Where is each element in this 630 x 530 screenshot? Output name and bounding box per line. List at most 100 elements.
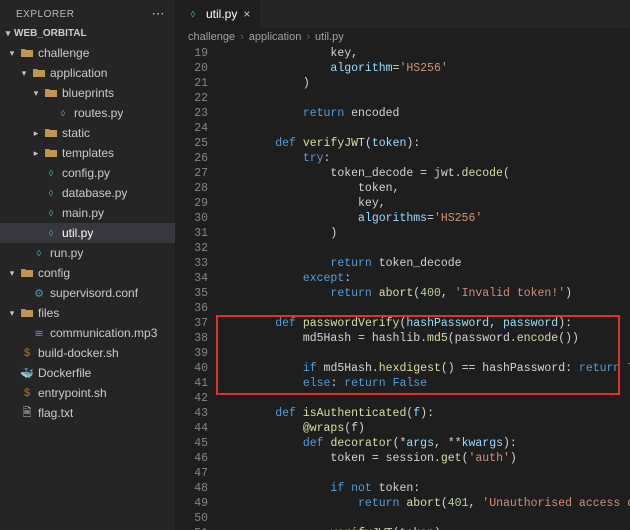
line-number: 49 (176, 496, 220, 511)
tab-util-py[interactable]: ⬨ util.py × (176, 0, 261, 28)
file-run-py[interactable]: ⬨ run.py (0, 243, 175, 263)
file-icon: ⬨ (44, 227, 58, 240)
breadcrumb[interactable]: challenge›application›util.py (176, 28, 630, 46)
folder-config[interactable]: ▾config (0, 263, 175, 283)
file-flag[interactable]: 🗎 flag.txt (0, 403, 175, 423)
file-database-py[interactable]: ⬨database.py (0, 183, 175, 203)
code-line[interactable]: 23 return encoded (176, 106, 630, 121)
tree-item-label: files (38, 306, 59, 320)
code-line[interactable]: 35 return abort(400, 'Invalid token!') (176, 286, 630, 301)
folder-static[interactable]: ▸static (0, 123, 175, 143)
line-number: 36 (176, 301, 220, 316)
file-icon: ⬨ (44, 187, 58, 200)
code-line[interactable]: 36 (176, 301, 630, 316)
folder-icon (44, 128, 58, 138)
code-line[interactable]: 21 ) (176, 76, 630, 91)
breadcrumb-item[interactable]: challenge (188, 31, 235, 43)
chevron-icon: ▾ (32, 88, 40, 99)
code-line[interactable]: 28 token, (176, 181, 630, 196)
code-line[interactable]: 22 (176, 91, 630, 106)
breadcrumb-item[interactable]: application (249, 31, 302, 43)
code-line[interactable]: 38 md5Hash = hashlib.md5(password.encode… (176, 331, 630, 346)
code-line[interactable]: 43 def isAuthenticated(f): (176, 406, 630, 421)
code-line[interactable]: 39 (176, 346, 630, 361)
line-number: 27 (176, 166, 220, 181)
code-line[interactable]: 33 return token_decode (176, 256, 630, 271)
line-number: 51 (176, 526, 220, 530)
code-line[interactable]: 48 if not token: (176, 481, 630, 496)
code-line[interactable]: 41 else: return False (176, 376, 630, 391)
tab-label: util.py (206, 7, 237, 21)
folder-blueprints[interactable]: ▾ blueprints (0, 83, 175, 103)
explorer-root[interactable]: ▾ WEB_ORBITAL (0, 26, 175, 43)
code-line[interactable]: 51 verifyJWT(token) (176, 526, 630, 530)
code-line[interactable]: 32 (176, 241, 630, 256)
tree-item-label: util.py (62, 226, 93, 240)
code-line[interactable]: 25 def verifyJWT(token): (176, 136, 630, 151)
line-content: token = session.get('auth') (220, 451, 630, 466)
folder-templates[interactable]: ▸templates (0, 143, 175, 163)
line-content: algorithms='HS256' (220, 211, 630, 226)
folder-icon (20, 268, 34, 278)
line-content: else: return False (220, 376, 630, 391)
explorer-more-icon[interactable]: ⋯ (152, 6, 166, 22)
code-line[interactable]: 30 algorithms='HS256' (176, 211, 630, 226)
tree-item-label: run.py (50, 246, 83, 260)
code-line[interactable]: 44 @wraps(f) (176, 421, 630, 436)
code-line[interactable]: 37 def passwordVerify(hashPassword, pass… (176, 316, 630, 331)
line-number: 45 (176, 436, 220, 451)
code-line[interactable]: 45 def decorator(*args, **kwargs): (176, 436, 630, 451)
file-dockerfile[interactable]: 🐳Dockerfile (0, 363, 175, 383)
line-content: except: (220, 271, 630, 286)
line-number: 24 (176, 121, 220, 136)
file-main-py[interactable]: ⬨main.py (0, 203, 175, 223)
code-line[interactable]: 40 if md5Hash.hexdigest() == hashPasswor… (176, 361, 630, 376)
line-content: if md5Hash.hexdigest() == hashPassword: … (220, 361, 630, 376)
chevron-icon: ▾ (8, 48, 16, 59)
code-line[interactable]: 46 token = session.get('auth') (176, 451, 630, 466)
line-content (220, 241, 630, 256)
line-number: 35 (176, 286, 220, 301)
breadcrumb-sep: › (240, 31, 244, 43)
chevron-icon: ▸ (32, 148, 40, 159)
tree-item-label: blueprints (62, 86, 114, 100)
tree-item-label: flag.txt (38, 406, 73, 420)
code-line[interactable]: 31 ) (176, 226, 630, 241)
line-content: ) (220, 76, 630, 91)
code-editor[interactable]: 19 key,20 algorithm='HS256'21 )2223 retu… (176, 46, 630, 530)
file-build-docker[interactable]: $build-docker.sh (0, 343, 175, 363)
code-line[interactable]: 24 (176, 121, 630, 136)
code-line[interactable]: 50 (176, 511, 630, 526)
code-line[interactable]: 20 algorithm='HS256' (176, 61, 630, 76)
file-entrypoint[interactable]: $entrypoint.sh (0, 383, 175, 403)
code-line[interactable]: 26 try: (176, 151, 630, 166)
file-communication[interactable]: ≋communication.mp3 (0, 323, 175, 343)
code-line[interactable]: 47 (176, 466, 630, 481)
line-number: 20 (176, 61, 220, 76)
folder-challenge[interactable]: ▾challenge (0, 43, 175, 63)
file-icon: ⬨ (32, 247, 46, 260)
code-line[interactable]: 34 except: (176, 271, 630, 286)
folder-files[interactable]: ▾files (0, 303, 175, 323)
line-number: 32 (176, 241, 220, 256)
line-number: 30 (176, 211, 220, 226)
file-util-py[interactable]: ⬨ util.py (0, 223, 175, 243)
breadcrumb-item[interactable]: util.py (315, 31, 344, 43)
line-number: 43 (176, 406, 220, 421)
file-supervisord[interactable]: ⚙supervisord.conf (0, 283, 175, 303)
line-content: return abort(400, 'Invalid token!') (220, 286, 630, 301)
code-line[interactable]: 29 key, (176, 196, 630, 211)
line-number: 22 (176, 91, 220, 106)
folder-application[interactable]: ▾application (0, 63, 175, 83)
tree-item-label: communication.mp3 (50, 326, 157, 340)
file-config-py[interactable]: ⬨config.py (0, 163, 175, 183)
code-line[interactable]: 19 key, (176, 46, 630, 61)
file-icon: 🗎 (20, 404, 34, 423)
file-routes-py[interactable]: ⬨routes.py (0, 103, 175, 123)
code-line[interactable]: 49 return abort(401, 'Unauthorised acces… (176, 496, 630, 511)
code-line[interactable]: 27 token_decode = jwt.decode( (176, 166, 630, 181)
code-line[interactable]: 42 (176, 391, 630, 406)
close-icon[interactable]: × (243, 7, 250, 21)
line-number: 38 (176, 331, 220, 346)
line-number: 23 (176, 106, 220, 121)
